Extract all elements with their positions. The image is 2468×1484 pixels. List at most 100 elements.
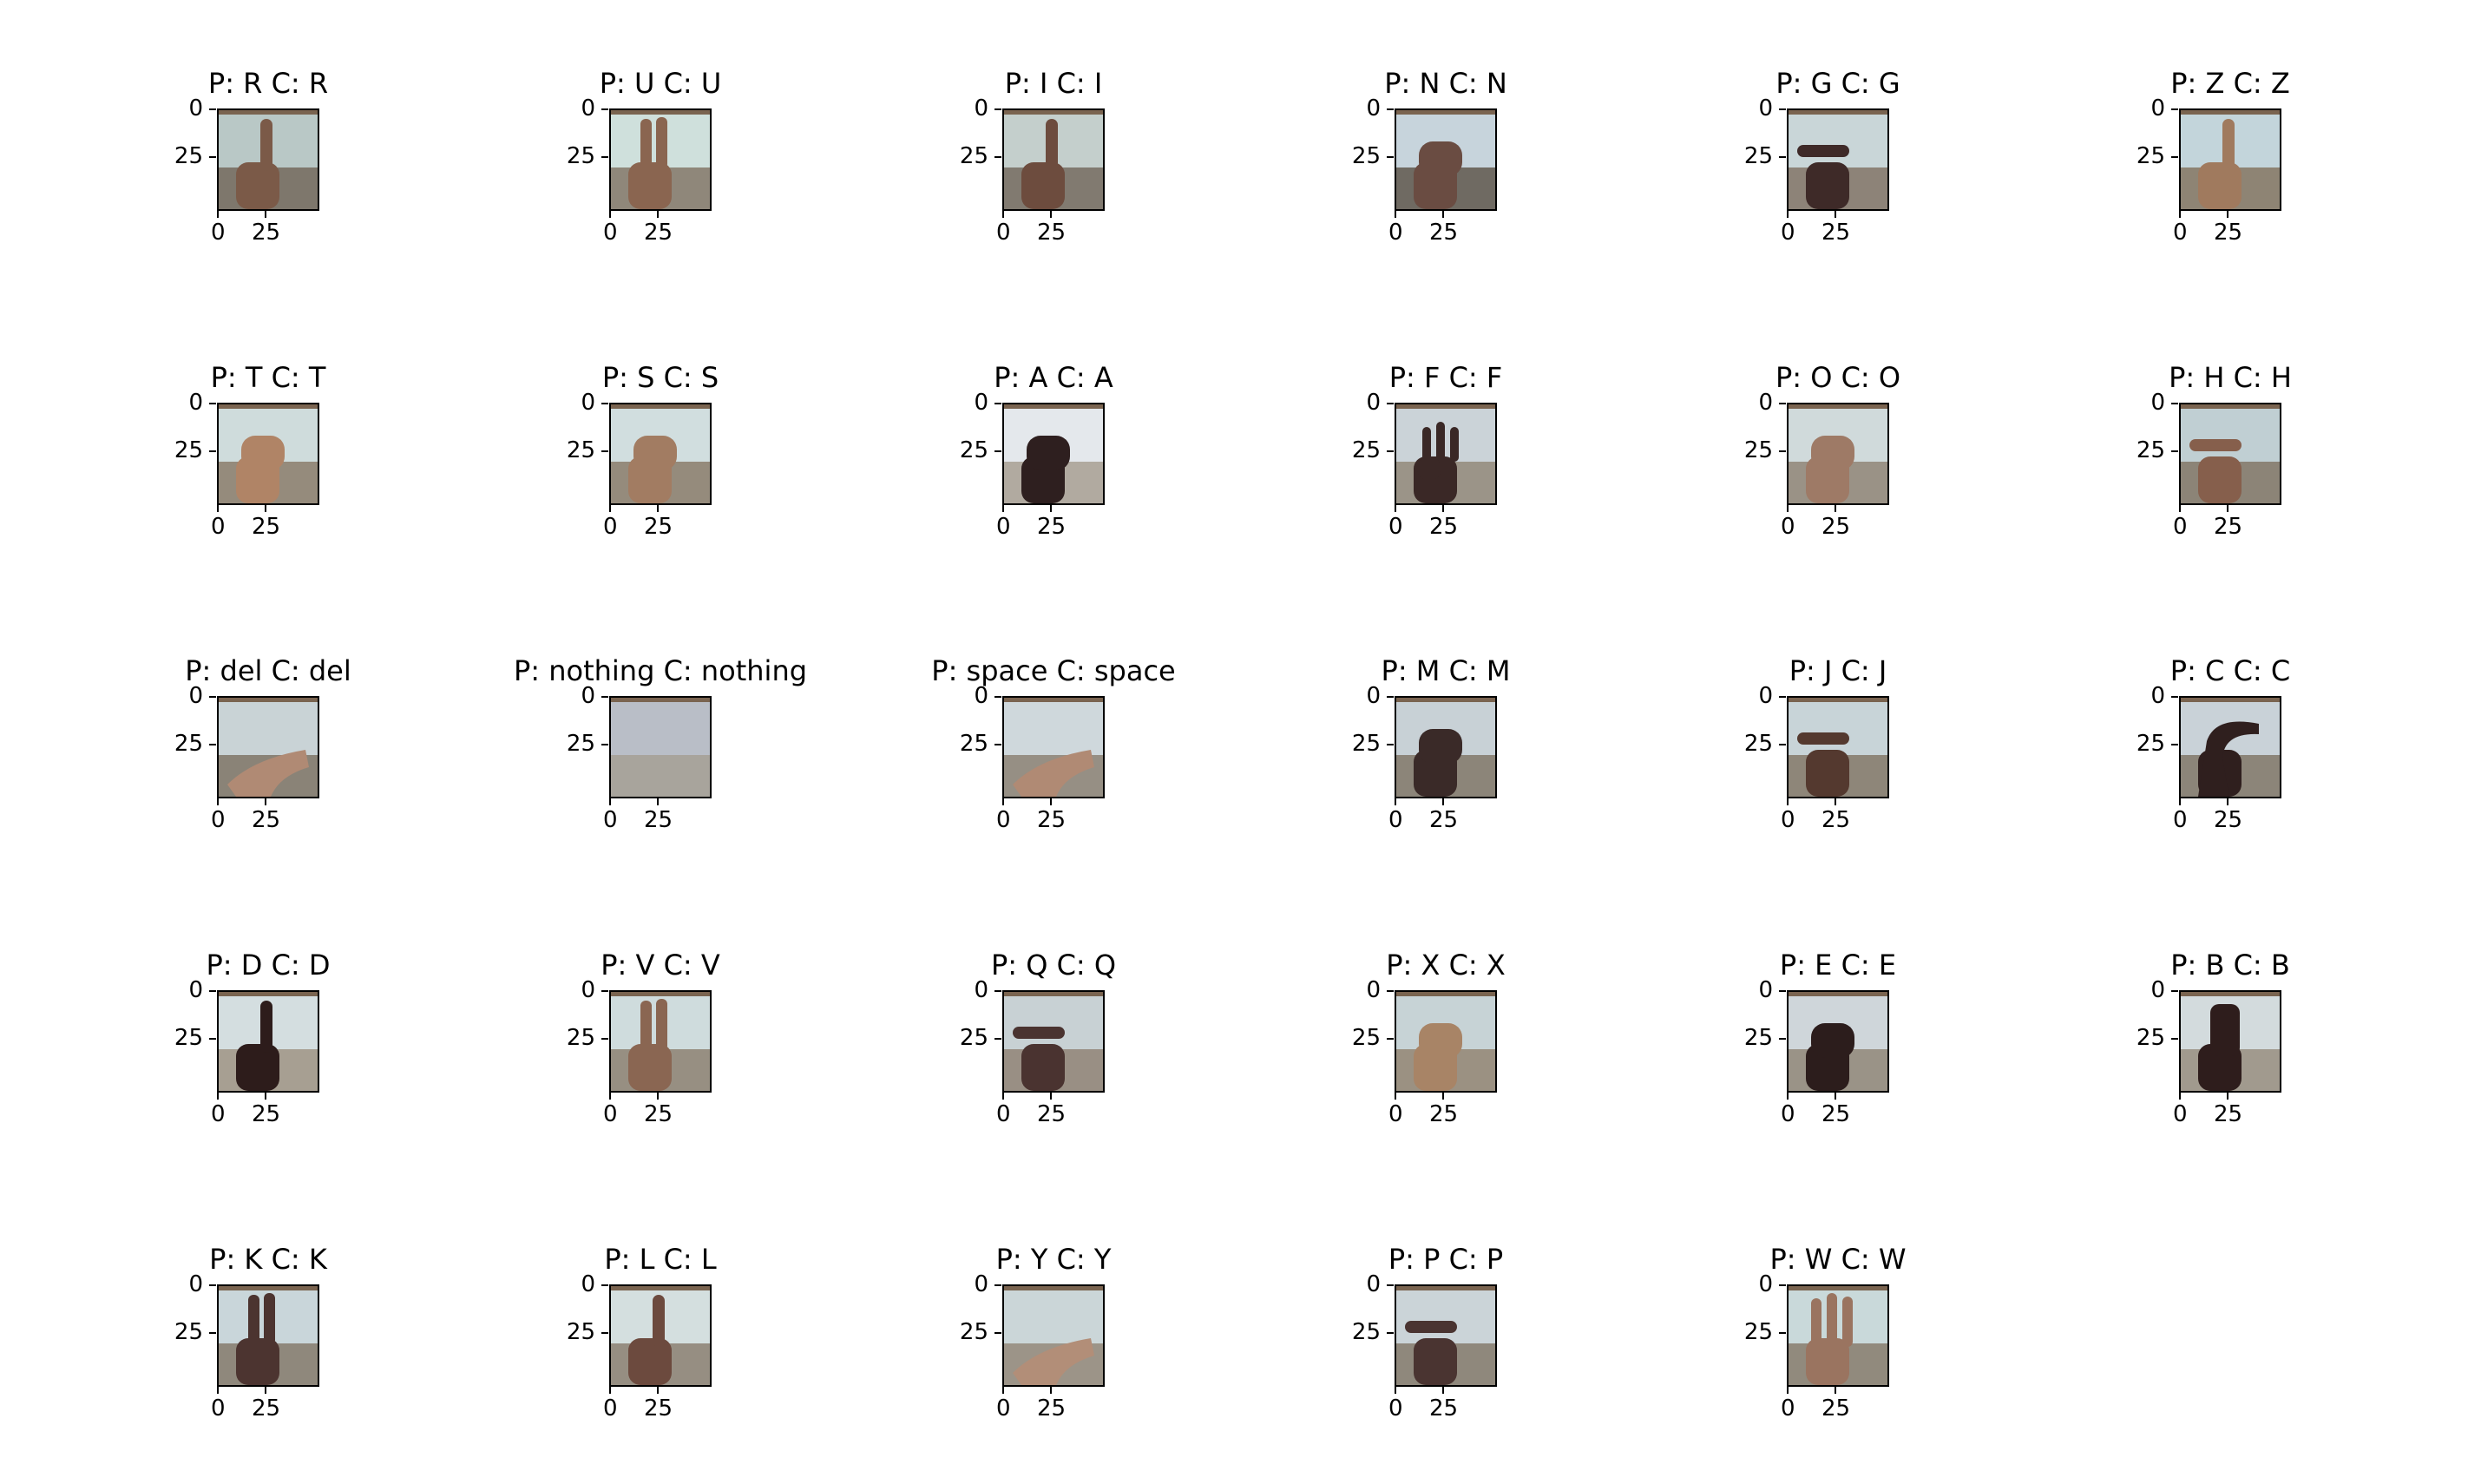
x-tick-label: 0 bbox=[211, 220, 226, 246]
y-tick-label: 0 bbox=[974, 390, 988, 416]
x-tick-label: 25 bbox=[252, 1101, 281, 1127]
x-tick-label: 25 bbox=[644, 1101, 673, 1127]
hand-sign-image bbox=[1002, 108, 1105, 211]
y-tick-label: 25 bbox=[2136, 143, 2165, 169]
y-tick-mark bbox=[601, 403, 608, 404]
x-tick-mark bbox=[657, 1387, 659, 1394]
y-tick-mark bbox=[994, 1332, 1001, 1334]
y-tick-label: 25 bbox=[2136, 437, 2165, 463]
y-tick-mark bbox=[1387, 156, 1394, 158]
x-tick-label: 25 bbox=[1821, 514, 1851, 540]
figure: P: R C: R 0 25 0 25 P: U C: U 0 25 0 25 P: I C: I0… bbox=[0, 0, 2468, 1484]
subplot: P: V C: V 0 25 0 25 bbox=[567, 949, 720, 1127]
y-tick-mark bbox=[1779, 696, 1786, 698]
y-tick-label: 25 bbox=[1351, 1319, 1381, 1345]
subplot-title: P: I C: I bbox=[1004, 67, 1103, 100]
x-tick-label: 0 bbox=[996, 1101, 1011, 1127]
y-tick-label: 25 bbox=[1743, 437, 1773, 463]
subplot: P: del C: del 0 25 0 25 bbox=[174, 654, 351, 833]
x-tick-mark bbox=[2179, 211, 2181, 218]
subplot-title: P: Y C: Y bbox=[995, 1243, 1112, 1276]
hand-sign-image bbox=[1395, 1284, 1497, 1387]
x-tick-mark bbox=[2227, 1093, 2228, 1100]
x-tick-label: 25 bbox=[1821, 1395, 1851, 1422]
x-tick-mark bbox=[609, 211, 611, 218]
y-tick-label: 25 bbox=[2136, 731, 2165, 757]
y-tick-mark bbox=[601, 1284, 608, 1286]
x-tick-mark bbox=[265, 1387, 266, 1394]
hand-sign-image bbox=[1002, 403, 1105, 505]
x-tick-label: 0 bbox=[603, 220, 618, 246]
y-tick-label: 25 bbox=[1743, 731, 1773, 757]
y-tick-mark bbox=[994, 744, 1001, 745]
x-tick-mark bbox=[609, 1093, 611, 1100]
x-tick-mark bbox=[657, 798, 659, 805]
subplot: P: J C: J 0 25 0 25 bbox=[1744, 654, 1889, 833]
hand-sign-image bbox=[217, 990, 319, 1093]
subplot: P: Q C: Q 0 25 0 25 bbox=[960, 949, 1116, 1127]
y-tick-label: 0 bbox=[188, 1271, 203, 1297]
x-tick-mark bbox=[1050, 1387, 1052, 1394]
y-tick-label: 25 bbox=[959, 731, 988, 757]
x-tick-label: 0 bbox=[2173, 220, 2188, 246]
x-tick-mark bbox=[1787, 211, 1789, 218]
subplot: P: Z C: Z 0 25 0 25 bbox=[2137, 67, 2290, 246]
x-tick-label: 25 bbox=[252, 220, 281, 246]
subplot: P: H C: H 0 25 0 25 bbox=[2137, 361, 2292, 540]
x-tick-label: 25 bbox=[252, 514, 281, 540]
y-tick-mark bbox=[2171, 108, 2178, 110]
subplot-title: P: D C: D bbox=[206, 949, 331, 982]
x-tick-label: 0 bbox=[996, 807, 1011, 833]
y-tick-label: 0 bbox=[1366, 95, 1381, 121]
y-tick-label: 0 bbox=[974, 95, 988, 121]
x-tick-label: 0 bbox=[1781, 807, 1795, 833]
x-tick-label: 25 bbox=[2214, 1101, 2243, 1127]
subplot-title: P: F C: F bbox=[1388, 361, 1503, 394]
y-tick-label: 25 bbox=[959, 143, 988, 169]
subplot-title: P: E C: E bbox=[1779, 949, 1897, 982]
y-tick-mark bbox=[1387, 990, 1394, 992]
x-tick-mark bbox=[1050, 798, 1052, 805]
x-tick-label: 0 bbox=[2173, 807, 2188, 833]
x-tick-label: 0 bbox=[996, 1395, 1011, 1422]
y-tick-mark bbox=[1779, 1332, 1786, 1334]
y-tick-mark bbox=[994, 990, 1001, 992]
y-tick-mark bbox=[2171, 696, 2178, 698]
subplot-title: P: N C: N bbox=[1384, 67, 1507, 100]
y-tick-mark bbox=[1387, 450, 1394, 452]
x-tick-label: 25 bbox=[1429, 1395, 1459, 1422]
subplot-title: P: Z C: Z bbox=[2170, 67, 2290, 100]
hand-sign-image bbox=[2179, 990, 2281, 1093]
subplot: P: I C: I 0 25 0 25 bbox=[960, 67, 1105, 246]
y-tick-mark bbox=[1779, 1284, 1786, 1286]
subplot: P: G C: G 0 25 0 25 bbox=[1744, 67, 1900, 246]
subplot: P: L C: L 0 25 0 25 bbox=[567, 1243, 717, 1422]
x-tick-mark bbox=[1835, 1387, 1836, 1394]
subplot: P: R C: R 0 25 0 25 bbox=[174, 67, 328, 246]
y-tick-mark bbox=[1387, 403, 1394, 404]
y-tick-label: 25 bbox=[959, 1025, 988, 1051]
y-tick-label: 0 bbox=[2150, 95, 2165, 121]
x-tick-mark bbox=[217, 505, 219, 512]
y-tick-label: 25 bbox=[1351, 1025, 1381, 1051]
y-tick-label: 25 bbox=[1743, 1319, 1773, 1345]
x-tick-mark bbox=[2227, 505, 2228, 512]
hand-sign-image bbox=[1395, 696, 1497, 798]
y-tick-mark bbox=[1779, 156, 1786, 158]
x-tick-label: 25 bbox=[1821, 220, 1851, 246]
x-tick-label: 25 bbox=[1429, 1101, 1459, 1127]
y-tick-label: 25 bbox=[174, 1025, 203, 1051]
x-tick-mark bbox=[1787, 1093, 1789, 1100]
x-tick-label: 0 bbox=[1388, 220, 1403, 246]
x-tick-label: 0 bbox=[211, 1395, 226, 1422]
subplot: P: space C: space 0 25 0 25 bbox=[931, 654, 1175, 833]
x-tick-mark bbox=[1395, 798, 1396, 805]
subplot: P: nothing C: nothing 0 25 0 25 bbox=[514, 654, 807, 833]
x-tick-mark bbox=[609, 798, 611, 805]
y-tick-label: 0 bbox=[188, 95, 203, 121]
x-tick-mark bbox=[1395, 1387, 1396, 1394]
x-tick-label: 25 bbox=[2214, 220, 2243, 246]
y-tick-mark bbox=[2171, 1038, 2178, 1040]
x-tick-mark bbox=[2227, 211, 2228, 218]
x-tick-mark bbox=[609, 1387, 611, 1394]
